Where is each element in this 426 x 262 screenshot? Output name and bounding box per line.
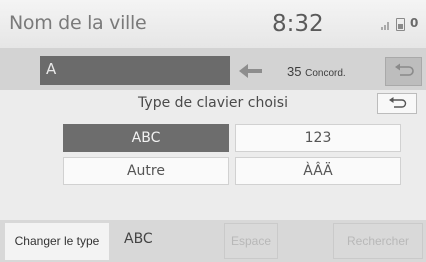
search-button[interactable]: Rechercher [333, 223, 423, 259]
matches-number: 35 [287, 64, 302, 79]
bottom-bar: Changer le type ABC Espace Rechercher [0, 220, 426, 262]
city-name-input[interactable]: A [40, 56, 230, 85]
change-type-button[interactable]: Changer le type [5, 223, 109, 260]
screen: Nom de la ville 8:32 0 A 35 Concord. Typ… [0, 0, 426, 262]
keyboard-option-other[interactable]: Autre [63, 157, 229, 185]
signal-icon [381, 20, 391, 30]
header-bar: Nom de la ville 8:32 0 [0, 0, 426, 48]
status-count: 0 [410, 16, 419, 30]
input-row: A 35 Concord. [0, 48, 426, 90]
screen-title: Nom de la ville [9, 12, 147, 34]
current-keyboard-type: ABC [124, 231, 153, 247]
backspace-button[interactable] [237, 62, 265, 80]
keyboard-option-123[interactable]: 123 [235, 124, 401, 152]
results-list-button[interactable] [385, 57, 422, 86]
status-indicators: 0 [381, 16, 421, 32]
keyboard-option-abc[interactable]: ABC [63, 124, 229, 152]
clock: 8:32 [272, 11, 324, 37]
panel-title: Type de clavier choisi [138, 95, 288, 111]
matches-count: 35 Concord. [287, 64, 346, 79]
return-arrow-icon [389, 97, 407, 108]
return-arrow-icon [395, 63, 414, 76]
keyboard-type-panel: Type de clavier choisi ABC 123 Autre ÀÂÄ [0, 90, 426, 220]
keyboard-option-accents[interactable]: ÀÂÄ [235, 157, 401, 185]
left-arrow-icon [239, 64, 262, 78]
space-button[interactable]: Espace [224, 223, 278, 259]
panel-back-button[interactable] [377, 93, 417, 114]
battery-icon [396, 18, 405, 31]
matches-suffix: Concord. [305, 68, 346, 79]
